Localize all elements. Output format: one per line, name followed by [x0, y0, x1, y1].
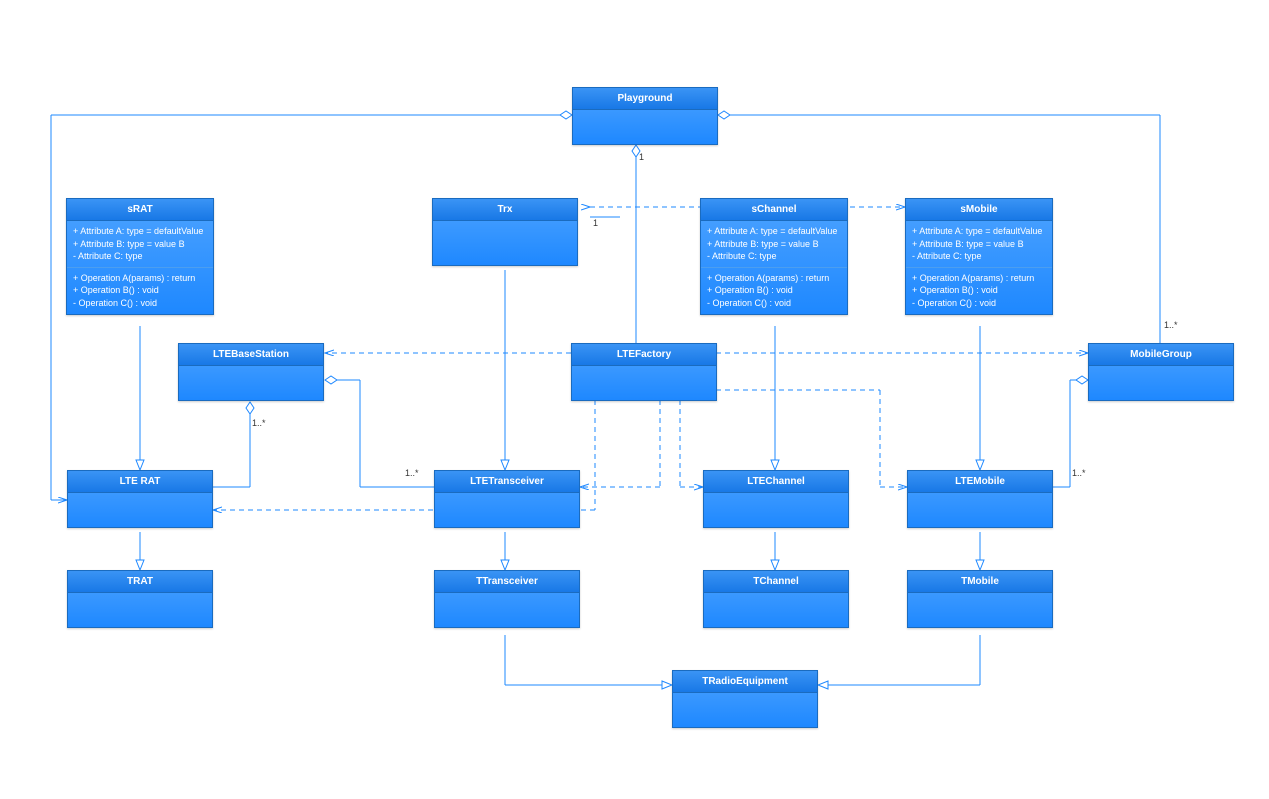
attr-row: + Attribute B: type = value B [73, 238, 207, 251]
attributes-section: + Attribute A: type = defaultValue + Att… [906, 221, 1052, 268]
class-smobile[interactable]: sMobile + Attribute A: type = defaultVal… [905, 198, 1053, 315]
attr-row: + Attribute B: type = value B [707, 238, 841, 251]
class-title: Playground [573, 88, 717, 110]
class-body [704, 493, 848, 527]
class-body [179, 366, 323, 400]
class-body [908, 493, 1052, 527]
multiplicity-label: 1..* [252, 418, 266, 428]
class-title: sMobile [906, 199, 1052, 221]
class-title: TChannel [704, 571, 848, 593]
class-body [68, 593, 212, 627]
class-body [704, 593, 848, 627]
attr-row: - Attribute C: type [912, 250, 1046, 263]
class-title: LTETransceiver [435, 471, 579, 493]
class-ltefactory[interactable]: LTEFactory [571, 343, 717, 401]
op-row: - Operation C() : void [73, 297, 207, 310]
class-body [433, 221, 577, 265]
class-tmobile[interactable]: TMobile [907, 570, 1053, 628]
class-body [573, 110, 717, 144]
class-title: LTEBaseStation [179, 344, 323, 366]
class-title: TMobile [908, 571, 1052, 593]
class-trat[interactable]: TRAT [67, 570, 213, 628]
operations-section: + Operation A(params) : return + Operati… [906, 268, 1052, 314]
class-title: sChannel [701, 199, 847, 221]
class-body [1089, 366, 1233, 400]
op-row: + Operation B() : void [73, 284, 207, 297]
op-row: - Operation C() : void [707, 297, 841, 310]
class-ltechannel[interactable]: LTEChannel [703, 470, 849, 528]
op-row: + Operation B() : void [707, 284, 841, 297]
class-ltebasestation[interactable]: LTEBaseStation [178, 343, 324, 401]
class-body [435, 593, 579, 627]
attributes-section: + Attribute A: type = defaultValue + Att… [701, 221, 847, 268]
class-title: TRadioEquipment [673, 671, 817, 693]
attributes-section: + Attribute A: type = defaultValue + Att… [67, 221, 213, 268]
class-body [435, 493, 579, 527]
class-title: TTransceiver [435, 571, 579, 593]
class-title: TRAT [68, 571, 212, 593]
class-tchannel[interactable]: TChannel [703, 570, 849, 628]
class-srat[interactable]: sRAT + Attribute A: type = defaultValue … [66, 198, 214, 315]
multiplicity-label: 1 [639, 152, 644, 162]
class-title: sRAT [67, 199, 213, 221]
attr-row: + Attribute A: type = defaultValue [912, 225, 1046, 238]
class-ttransceiver[interactable]: TTransceiver [434, 570, 580, 628]
attr-row: + Attribute A: type = defaultValue [73, 225, 207, 238]
attr-row: + Attribute B: type = value B [912, 238, 1046, 251]
class-schannel[interactable]: sChannel + Attribute A: type = defaultVa… [700, 198, 848, 315]
operations-section: + Operation A(params) : return + Operati… [67, 268, 213, 314]
multiplicity-label: 1..* [1164, 320, 1178, 330]
class-body [908, 593, 1052, 627]
class-lterat[interactable]: LTE RAT [67, 470, 213, 528]
attr-row: + Attribute A: type = defaultValue [707, 225, 841, 238]
class-title: LTEFactory [572, 344, 716, 366]
multiplicity-label: 1..* [405, 468, 419, 478]
op-row: + Operation A(params) : return [912, 272, 1046, 285]
class-tradioequipment[interactable]: TRadioEquipment [672, 670, 818, 728]
op-row: + Operation A(params) : return [707, 272, 841, 285]
op-row: + Operation A(params) : return [73, 272, 207, 285]
class-body [572, 366, 716, 400]
op-row: - Operation C() : void [912, 297, 1046, 310]
class-title: Trx [433, 199, 577, 221]
uml-class-diagram: Playground sRAT + Attribute A: type = de… [0, 0, 1269, 799]
class-trx[interactable]: Trx [432, 198, 578, 266]
operations-section: + Operation A(params) : return + Operati… [701, 268, 847, 314]
class-ltemobile[interactable]: LTEMobile [907, 470, 1053, 528]
attr-row: - Attribute C: type [73, 250, 207, 263]
multiplicity-label: 1..* [1072, 468, 1086, 478]
class-ltetransceiver[interactable]: LTETransceiver [434, 470, 580, 528]
attr-row: - Attribute C: type [707, 250, 841, 263]
op-row: + Operation B() : void [912, 284, 1046, 297]
class-title: LTEMobile [908, 471, 1052, 493]
multiplicity-label: 1 [593, 218, 598, 228]
class-body [673, 693, 817, 727]
class-mobilegroup[interactable]: MobileGroup [1088, 343, 1234, 401]
class-title: LTEChannel [704, 471, 848, 493]
class-body [68, 493, 212, 527]
class-title: LTE RAT [68, 471, 212, 493]
class-playground[interactable]: Playground [572, 87, 718, 145]
class-title: MobileGroup [1089, 344, 1233, 366]
